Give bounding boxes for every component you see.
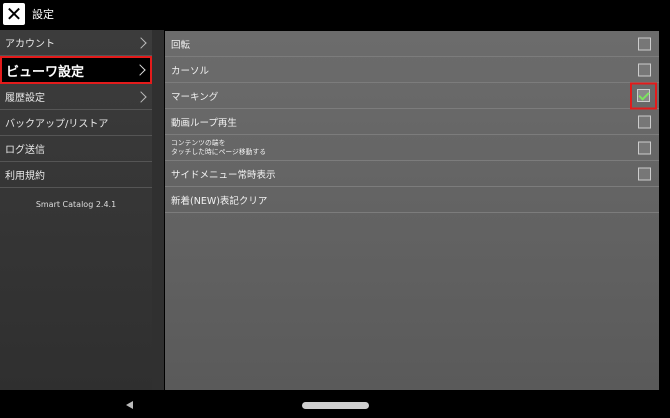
sidebar-item-label: 利用規約 <box>5 171 45 182</box>
sidebar-item-label: アカウント <box>5 39 55 50</box>
setting-row-marking[interactable]: マーキング <box>165 82 659 109</box>
sidebar-item-log-send[interactable]: ログ送信 <box>0 136 152 162</box>
setting-label: カーソル <box>171 65 210 77</box>
setting-label-line1: コンテンツの端を <box>171 138 226 147</box>
setting-label: マーキング <box>171 91 219 103</box>
highlight-box <box>630 82 657 109</box>
cursor-checkbox[interactable] <box>638 63 651 76</box>
system-nav-bar <box>0 392 670 418</box>
sidebar-item-account[interactable]: アカウント <box>0 30 152 56</box>
sidebar-item-viewer-settings[interactable]: ビューワ設定 <box>0 56 152 84</box>
settings-panel: 回転 カーソル マーキング 動画ループ再生 コンテンツの端を タッチした時にペー… <box>165 31 659 390</box>
setting-row-video-loop[interactable]: 動画ループ再生 <box>165 109 659 135</box>
chevron-right-icon <box>135 36 147 49</box>
chevron-right-icon <box>134 64 146 76</box>
setting-label: 新着(NEW)表記クリア <box>171 195 268 207</box>
rotation-checkbox[interactable] <box>638 37 651 50</box>
setting-row-cursor[interactable]: カーソル <box>165 57 659 83</box>
setting-label: 動画ループ再生 <box>171 117 237 129</box>
back-icon[interactable] <box>126 401 133 409</box>
video-loop-checkbox[interactable] <box>638 115 651 128</box>
chevron-right-icon <box>135 90 147 103</box>
title-bar: ✕ 設定 <box>0 0 670 27</box>
sidebar-item-label: バックアップ/リストア <box>5 119 109 130</box>
setting-row-edge-touch[interactable]: コンテンツの端を タッチした時にページ移動する <box>165 135 659 161</box>
sidebar-item-backup-restore[interactable]: バックアップ/リストア <box>0 110 152 136</box>
side-menu-checkbox[interactable] <box>638 167 651 180</box>
version-label: Smart Catalog 2.4.1 <box>35 200 117 209</box>
sidebar-item-label: ビューワ設定 <box>6 64 85 80</box>
setting-label: 回転 <box>171 39 191 51</box>
page-title: 設定 <box>32 7 54 21</box>
sidebar-item-label: ログ送信 <box>5 145 45 156</box>
panel-divider <box>152 30 164 390</box>
setting-row-clear-new[interactable]: 新着(NEW)表記クリア <box>165 187 659 213</box>
home-pill-icon[interactable] <box>302 402 369 409</box>
sidebar-item-label: 履歴設定 <box>5 93 45 104</box>
setting-label-line2: タッチした時にページ移動する <box>171 147 267 156</box>
setting-row-side-menu[interactable]: サイドメニュー常時表示 <box>165 161 659 187</box>
edge-touch-checkbox[interactable] <box>638 141 651 154</box>
marking-checkbox[interactable] <box>637 89 650 102</box>
sidebar-item-terms[interactable]: 利用規約 <box>0 162 152 188</box>
sidebar: アカウント ビューワ設定 履歴設定 バックアップ/リストア ログ送信 利用規約 … <box>0 30 152 390</box>
sidebar-item-history-settings[interactable]: 履歴設定 <box>0 84 152 110</box>
close-icon[interactable]: ✕ <box>3 2 25 25</box>
setting-row-rotation[interactable]: 回転 <box>165 31 659 57</box>
setting-label: サイドメニュー常時表示 <box>171 169 276 181</box>
